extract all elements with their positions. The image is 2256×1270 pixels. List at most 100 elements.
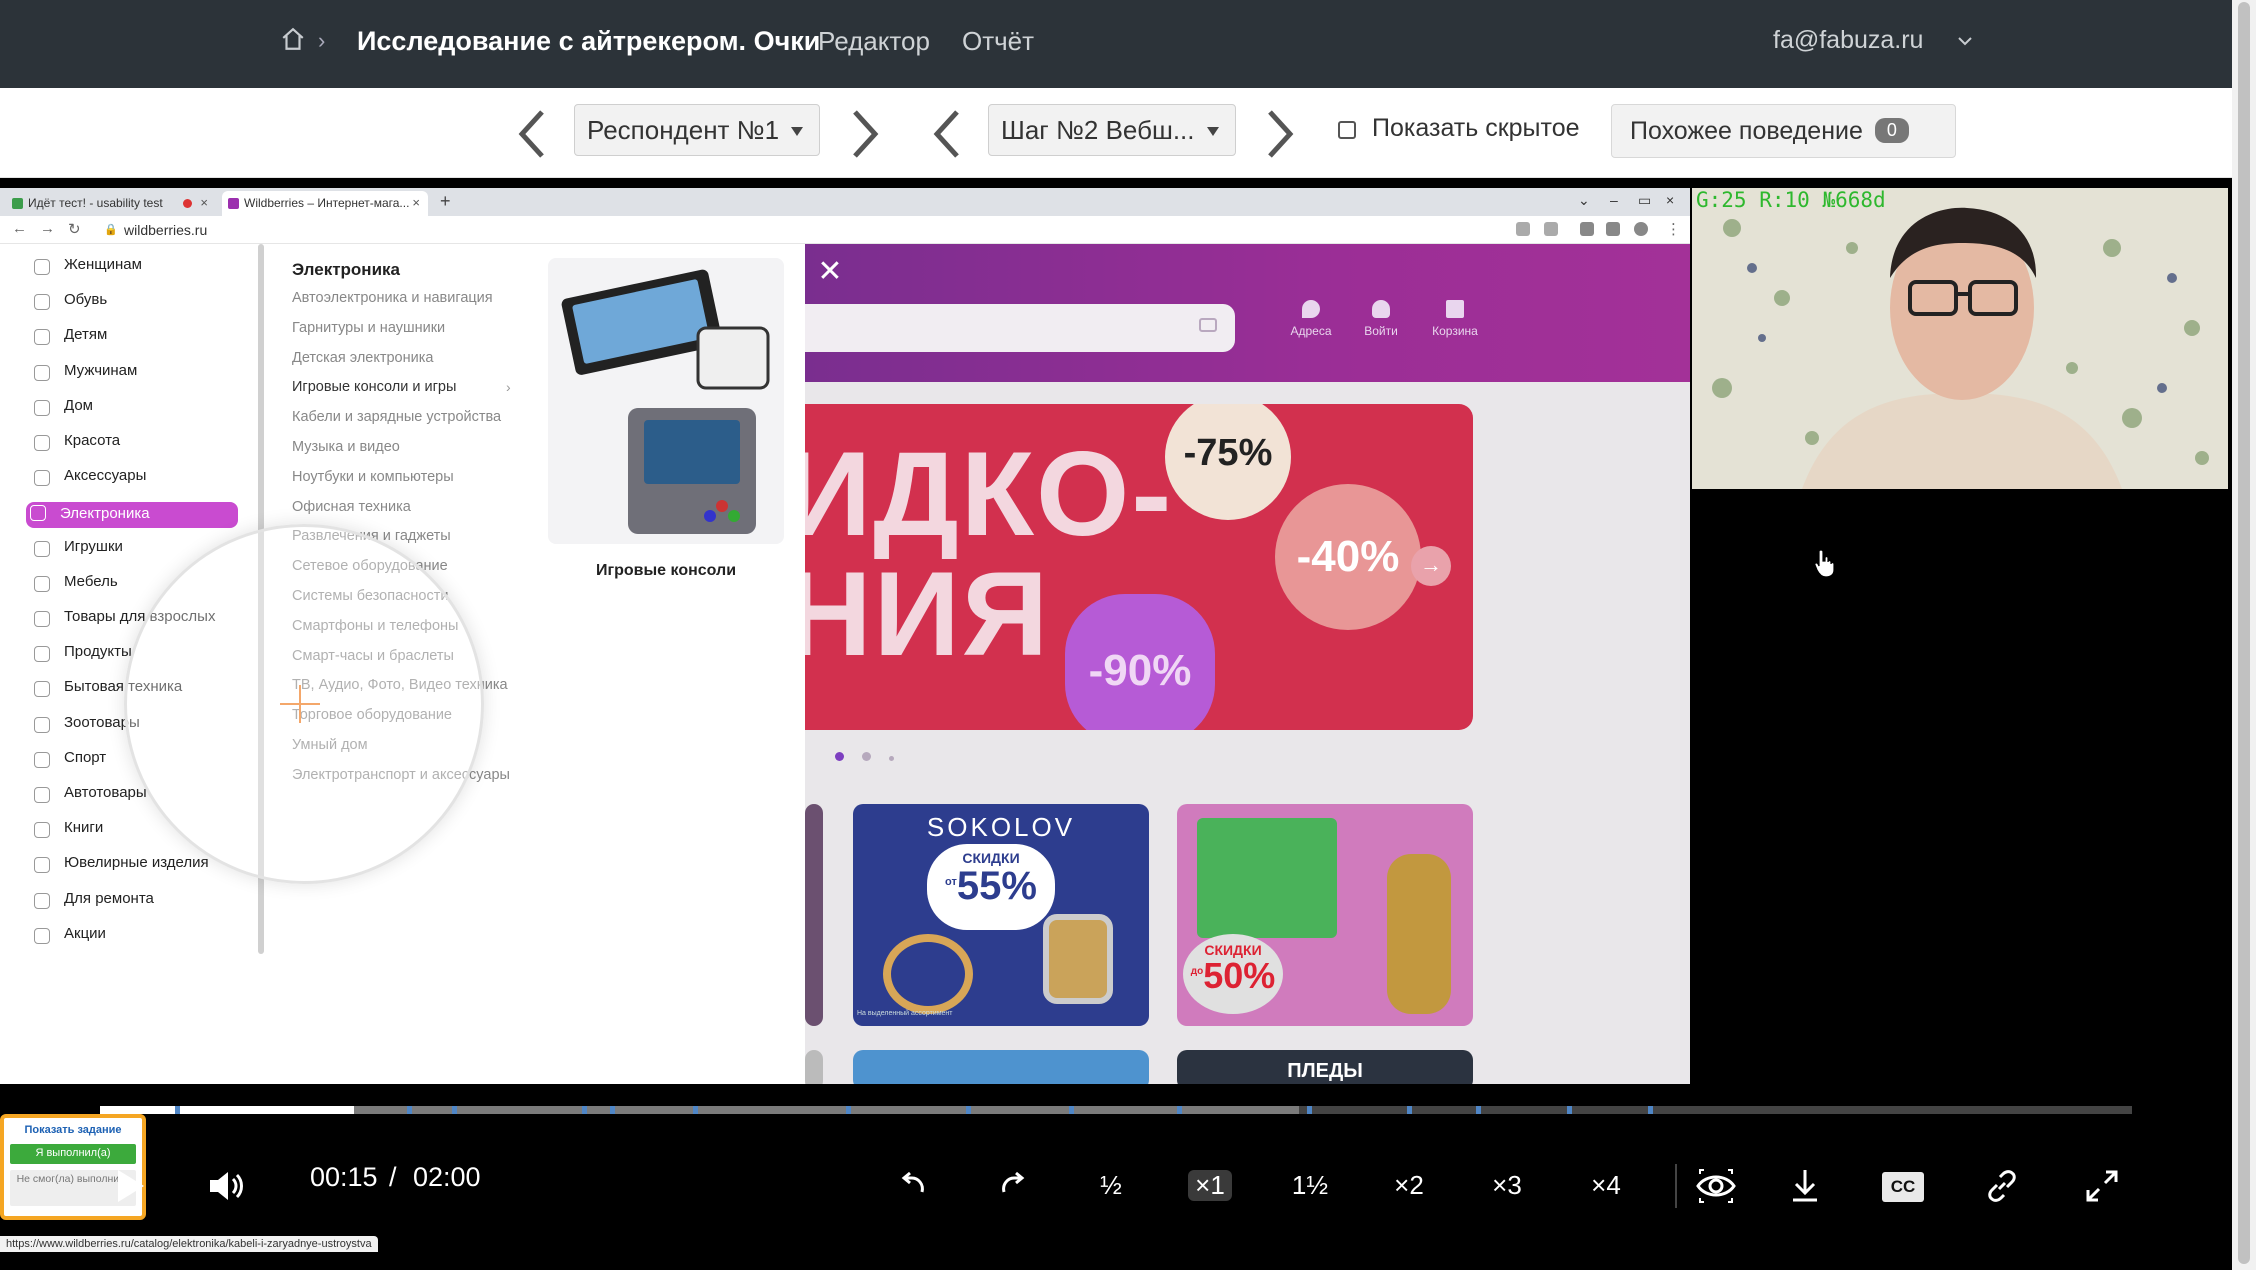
step-select[interactable]: Шаг №2 Вебш... <box>988 104 1236 156</box>
submenu-item[interactable]: Кабели и зарядные устройства <box>292 409 501 425</box>
submenu-item[interactable]: Детская электроника <box>292 350 433 366</box>
promo-banner[interactable]: ИДКО- НИЯ -75% -40% -90% → <box>805 404 1473 730</box>
site-addresses[interactable]: Адреса <box>1281 300 1341 338</box>
show-hidden-label[interactable]: Показать скрытое <box>1372 114 1580 143</box>
respondent-select[interactable]: Респондент №1 <box>574 104 820 156</box>
task-done-button[interactable]: Я выполнил(а) <box>10 1144 136 1164</box>
camera-icon[interactable] <box>1199 318 1217 332</box>
submenu-item[interactable]: Офисная техника <box>292 499 411 515</box>
sidebar-category-item[interactable]: Красота <box>30 432 120 458</box>
speed-1-5x[interactable]: 1½ <box>1287 1170 1333 1201</box>
sidebar-category-item[interactable]: Аксессуары <box>30 467 146 493</box>
nav-link-report[interactable]: Отчёт <box>962 26 1034 57</box>
reload-icon[interactable]: ↻ <box>68 220 81 238</box>
speed-4x[interactable]: ×4 <box>1584 1170 1628 1201</box>
sidebar-category-item[interactable]: Для ремонта <box>30 890 154 916</box>
submenu-item[interactable]: Автоэлектроника и навигация <box>292 290 493 306</box>
next-step-button[interactable] <box>1260 106 1300 162</box>
similar-behavior-button[interactable]: Похожее поведение 0 <box>1611 104 1956 158</box>
speed-half[interactable]: ½ <box>1089 1170 1133 1201</box>
browser-tab[interactable]: Идёт тест! - usability test × <box>6 191 216 216</box>
sidebar-category-item[interactable]: Мебель <box>30 573 118 599</box>
sidebar-category-item[interactable]: Автотовары <box>30 784 147 810</box>
timeline-event-marker[interactable] <box>1475 1106 1481 1114</box>
site-cart[interactable]: Корзина <box>1425 300 1485 338</box>
site-search-bar[interactable] <box>805 304 1235 352</box>
submenu-item[interactable]: Ноутбуки и компьютеры <box>292 469 454 485</box>
captions-button[interactable]: CC <box>1882 1172 1924 1202</box>
timeline-event-marker[interactable] <box>965 1106 971 1114</box>
product-card-toys[interactable]: СКИДКИ до50% <box>1177 804 1473 1026</box>
timeline-event-marker[interactable] <box>693 1106 699 1114</box>
minimize-icon[interactable]: – <box>1610 192 1618 208</box>
site-login[interactable]: Войти <box>1351 300 1411 338</box>
timeline-event-marker[interactable] <box>1648 1106 1654 1114</box>
submenu-item[interactable]: Гарнитуры и наушники <box>292 320 445 336</box>
nav-link-editor[interactable]: Редактор <box>818 26 930 57</box>
address-url[interactable]: wildberries.ru <box>124 222 207 238</box>
product-card[interactable] <box>805 1050 823 1084</box>
timeline-event-marker[interactable] <box>406 1106 412 1114</box>
back-icon[interactable]: ← <box>12 220 27 237</box>
product-card[interactable] <box>853 1050 1149 1084</box>
extensions-icon[interactable] <box>1580 222 1594 236</box>
timeline-event-marker[interactable] <box>1176 1106 1182 1114</box>
timeline-event-marker[interactable] <box>175 1106 181 1114</box>
profile-icon[interactable] <box>1634 222 1648 236</box>
sidebar-category-item[interactable]: Детям <box>30 326 107 352</box>
banner-pagination[interactable] <box>835 748 912 766</box>
download-icon[interactable] <box>1783 1164 1827 1208</box>
star-icon[interactable] <box>1544 222 1558 236</box>
restore-icon[interactable]: ▭ <box>1638 192 1651 209</box>
prev-step-button[interactable] <box>927 106 967 162</box>
share-icon[interactable] <box>1516 222 1530 236</box>
user-email[interactable]: fa@fabuza.ru <box>1773 26 1923 55</box>
sidebar-category-item[interactable]: Книги <box>30 819 103 845</box>
timeline-event-marker[interactable] <box>1567 1106 1573 1114</box>
close-menu-icon[interactable]: ✕ <box>815 257 845 288</box>
sidebar-category-item[interactable]: Зоотовары <box>30 714 140 740</box>
forward-icon[interactable]: → <box>40 220 55 237</box>
timeline-event-marker[interactable] <box>1307 1106 1312 1114</box>
rewind-icon[interactable] <box>892 1164 936 1208</box>
submenu-item[interactable]: Музыка и видео <box>292 439 400 455</box>
home-icon[interactable] <box>280 26 306 52</box>
sidebar-category-item[interactable]: Обувь <box>30 291 107 317</box>
speed-1x[interactable]: ×1 <box>1188 1170 1232 1201</box>
close-icon[interactable]: × <box>200 195 208 210</box>
timeline-event-marker[interactable] <box>610 1106 616 1114</box>
timeline-event-marker[interactable] <box>1069 1106 1075 1114</box>
speed-3x[interactable]: ×3 <box>1485 1170 1529 1201</box>
show-hidden-checkbox[interactable] <box>1338 121 1356 139</box>
forward-icon[interactable] <box>990 1164 1034 1208</box>
submenu-item[interactable]: Игровые консоли и игры <box>292 379 456 395</box>
sidebar-category-item[interactable]: Акции <box>30 925 106 951</box>
sidebar-category-item[interactable]: Электроника <box>26 502 238 529</box>
browser-tab-active[interactable]: Wildberries – Интернет-мага... × <box>222 191 428 216</box>
sidebar-category-item[interactable]: Женщинам <box>30 256 142 282</box>
timeline-event-marker[interactable] <box>451 1106 457 1114</box>
promo-card[interactable] <box>548 258 784 544</box>
fullscreen-icon[interactable] <box>2080 1164 2124 1208</box>
sidebar-category-item[interactable]: Продукты <box>30 643 132 669</box>
timeline-event-marker[interactable] <box>1406 1106 1412 1114</box>
next-respondent-button[interactable] <box>845 106 885 162</box>
banner-next-icon[interactable]: → <box>1411 546 1451 586</box>
prev-respondent-button[interactable] <box>512 106 552 162</box>
sidebar-category-item[interactable]: Ювелирные изделия <box>30 854 209 880</box>
tab-search-icon[interactable]: ⌄ <box>1578 192 1590 209</box>
product-card[interactable] <box>805 804 823 1026</box>
volume-icon[interactable] <box>204 1164 248 1208</box>
eye-icon[interactable] <box>1694 1164 1738 1208</box>
speed-2x[interactable]: ×2 <box>1387 1170 1431 1201</box>
close-window-icon[interactable]: × <box>1666 192 1674 208</box>
menu-kebab-icon[interactable]: ⋮ <box>1666 220 1681 238</box>
sidepanel-icon[interactable] <box>1606 222 1620 236</box>
new-tab-icon[interactable]: + <box>440 191 451 212</box>
timeline-event-marker[interactable] <box>581 1106 587 1114</box>
link-icon[interactable] <box>1980 1164 2024 1208</box>
sidebar-category-item[interactable]: Дом <box>30 397 93 423</box>
sidebar-category-item[interactable]: Спорт <box>30 749 106 775</box>
close-icon[interactable]: × <box>412 195 420 210</box>
playback-timeline[interactable] <box>100 1106 2132 1114</box>
